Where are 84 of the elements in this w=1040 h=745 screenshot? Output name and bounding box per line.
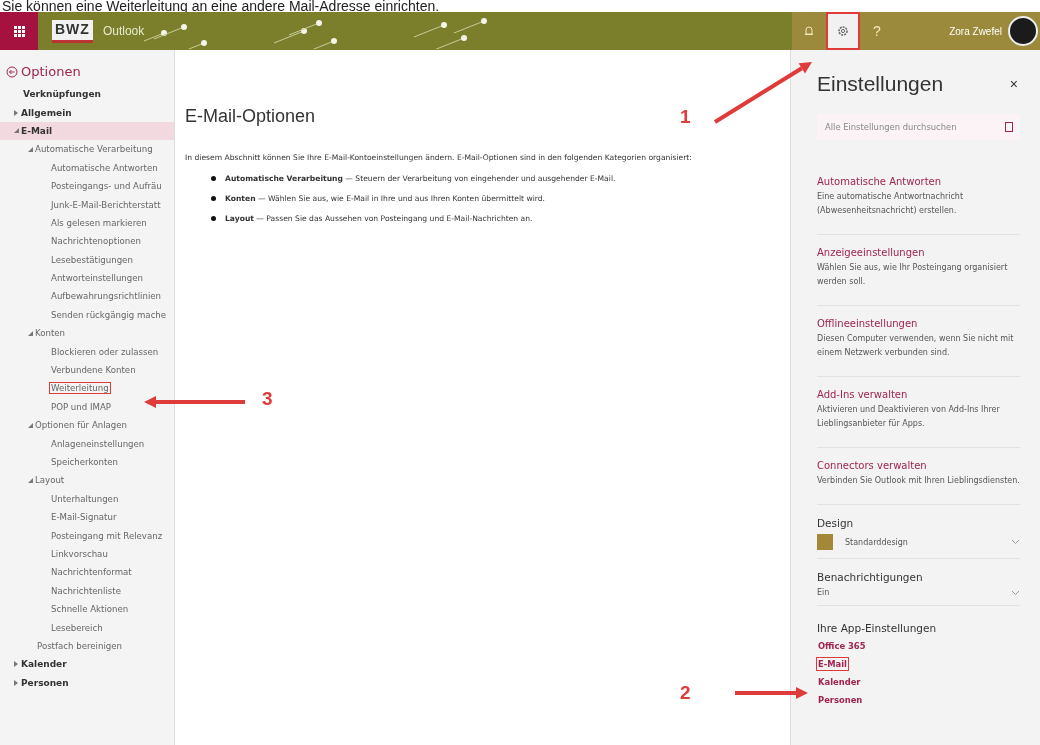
nav-item[interactable]: Kalender xyxy=(20,659,68,670)
nav-item[interactable]: Konten xyxy=(34,328,66,339)
nav-item[interactable]: Senden rückgängig mache xyxy=(50,309,168,320)
app-settings-link[interactable]: E-Mail xyxy=(817,658,848,670)
nav-item[interactable]: Layout xyxy=(34,475,66,486)
page-title: E-Mail-Optionen xyxy=(185,106,316,127)
settings-description: Verbinden Sie Outlook mit Ihren Lieblingsdiensten. xyxy=(817,475,1020,487)
app-settings-link[interactable]: Kalender xyxy=(817,676,862,688)
settings-link[interactable]: Add-Ins verwalten xyxy=(817,389,908,400)
search-field[interactable]: Alle Einstellungen durchsuchen xyxy=(817,114,1020,140)
settings-icon xyxy=(837,25,849,37)
bullet-icon xyxy=(211,176,216,181)
nav-item[interactable]: Antworteinstellungen xyxy=(50,273,144,284)
dropdown-label: Design xyxy=(817,517,855,529)
nav-item[interactable]: Junk-E-Mail-Berichterstatt xyxy=(50,199,162,210)
nav-item[interactable]: Speicherkonten xyxy=(50,457,120,467)
nav-item[interactable]: Nachrichtenformat xyxy=(50,567,133,578)
settings-link[interactable]: Automatische Antworten xyxy=(817,176,942,187)
nav-item[interactable]: Posteingang mit Relevanz xyxy=(50,530,164,541)
app-name: Outlook xyxy=(102,24,145,38)
nav-item[interactable]: Linkvorschau xyxy=(50,548,109,559)
app-launcher-button[interactable] xyxy=(0,12,38,50)
settings-link[interactable]: Offlineeinstellungen xyxy=(817,318,918,329)
expanded-triangle-icon[interactable] xyxy=(27,477,33,483)
expanded-triangle-icon[interactable] xyxy=(27,146,33,152)
back-button[interactable]: Optionen xyxy=(6,64,81,79)
settings-button[interactable] xyxy=(826,12,860,50)
caption-text: Sie können eine Weiterleitung an eine andere Mail-Adresse einrichten. xyxy=(1,0,441,12)
nav-item[interactable]: Personen xyxy=(20,677,70,688)
expanded-triangle-icon[interactable] xyxy=(27,330,33,336)
nav-item[interactable]: Blockieren oder zulassen xyxy=(50,346,160,357)
annotation-number: 2 xyxy=(680,682,691,704)
app-settings-link[interactable]: Personen xyxy=(817,694,864,706)
collapsed-triangle-icon[interactable] xyxy=(14,661,18,668)
nav-item[interactable]: Verknüpfungen xyxy=(22,89,102,100)
collapsed-triangle-icon[interactable] xyxy=(14,679,18,686)
settings-link[interactable]: Anzeigeeinstellungen xyxy=(817,247,925,258)
expanded-triangle-icon[interactable] xyxy=(27,422,33,428)
bullet-icon xyxy=(211,196,216,201)
nav-item[interactable]: POP und IMAP xyxy=(50,401,112,412)
nav-item[interactable]: Weiterleitung xyxy=(50,383,110,394)
selected-nav-item[interactable]: E-Mail xyxy=(20,125,54,136)
grid-icon xyxy=(13,25,25,37)
section-title: Ihre App-Einstellungen xyxy=(817,622,938,634)
nav-item[interactable]: Automatische Antworten xyxy=(50,162,159,173)
chevron-down-icon xyxy=(1011,539,1020,545)
nav-item[interactable]: Nachrichtenoptionen xyxy=(50,236,142,247)
dropdown[interactable]: Standarddesign xyxy=(817,534,1020,550)
bullet-icon xyxy=(211,216,216,221)
annotation-number: 1 xyxy=(680,106,691,128)
nav-item[interactable]: Nachrichtenliste xyxy=(50,585,122,596)
annotation-number: 3 xyxy=(262,388,273,410)
expanded-triangle-icon[interactable] xyxy=(13,128,19,134)
nav-item[interactable]: Allgemein xyxy=(20,107,73,118)
close-button[interactable]: × xyxy=(1007,76,1020,92)
settings-description: Wählen Sie aus, wie Ihr Posteingang organisiert werden soll. xyxy=(817,262,1009,288)
collapsed-triangle-icon[interactable] xyxy=(14,109,18,116)
nav-item[interactable]: Unterhaltungen xyxy=(50,493,120,504)
nav-item[interactable]: Posteingangs- und Aufräu xyxy=(50,181,163,192)
settings-link[interactable]: Connectors verwalten xyxy=(817,460,927,471)
nav-item[interactable]: E-Mail-Signatur xyxy=(50,512,118,523)
nav-item[interactable]: Anlageneinstellungen xyxy=(50,438,146,449)
app-settings-link[interactable]: Office 365 xyxy=(817,640,867,652)
logo: BWZ xyxy=(52,19,93,43)
nav-item[interactable]: Optionen für Anlagen xyxy=(34,420,129,431)
dropdown-label: Benachrichtigungen xyxy=(817,571,924,583)
settings-description: Eine automatische Antwortnachricht (Abwesenheitsnachricht) erstellen. xyxy=(817,191,965,217)
settings-description: Diesen Computer verwenden, wenn Sie nicht mit einem Netzwerk verbunden sind. xyxy=(817,333,1015,359)
nav-item[interactable]: Verbundene Konten xyxy=(50,365,137,376)
nav-item[interactable]: Postfach bereinigen xyxy=(36,640,123,651)
nav-item[interactable]: Schnelle Aktionen xyxy=(50,604,130,615)
panel-title: Einstellungen xyxy=(817,72,944,96)
nav-item[interactable]: Lesebestätigungen xyxy=(50,254,134,265)
nav-item[interactable]: Lesebereich xyxy=(50,622,104,633)
dropdown[interactable]: Ein xyxy=(817,588,1020,597)
bell-icon xyxy=(804,25,814,37)
chevron-down-icon xyxy=(1011,589,1020,596)
nav-item[interactable]: Als gelesen markieren xyxy=(50,217,148,228)
search-icon xyxy=(1005,122,1013,132)
nav-item[interactable]: Aufbewahrungsrichtlinien xyxy=(50,291,162,302)
nav-item[interactable]: Automatische Verarbeitung xyxy=(34,144,154,155)
user-name: Zora Zwefel xyxy=(949,25,1002,37)
avatar[interactable] xyxy=(1008,16,1038,46)
settings-description: Aktivieren und Deaktivieren von Add-Ins Ihrer Lieblingsanbieter für Apps. xyxy=(817,404,1001,430)
